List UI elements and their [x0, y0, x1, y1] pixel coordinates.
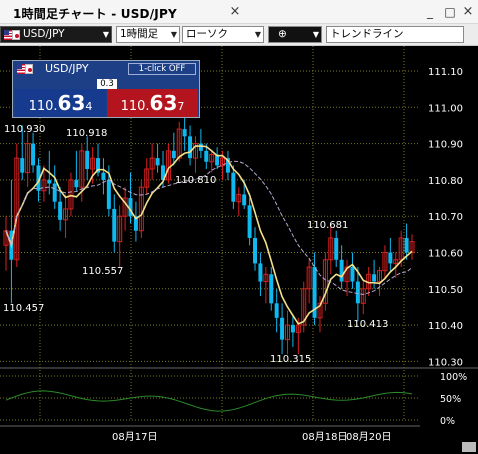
price-annotation-high1: 110.930 [4, 124, 45, 135]
window-titlebar: 1時間足チャート - USD/JPY × _ □ × [0, 0, 478, 24]
chevron-down-icon: ▼ [254, 30, 261, 39]
candle-body [198, 143, 203, 151]
price-axis-label: 110.90 [428, 140, 463, 151]
candle-body [274, 303, 279, 318]
candle-body [58, 201, 63, 220]
window-title: 1時間足チャート - USD/JPY [13, 7, 177, 21]
rate-widget-header: USD/JPY 1-click OFF [13, 61, 199, 78]
price-axis-label: 111.00 [428, 103, 463, 114]
minimize-icon[interactable]: _ [421, 3, 439, 21]
candle-body [339, 259, 344, 282]
candle-body [155, 158, 160, 166]
price-axis-label: 110.60 [428, 249, 463, 260]
candle-body [269, 274, 274, 304]
candle-body [258, 263, 263, 282]
price-axis-label: 110.70 [428, 212, 463, 223]
candle-body [106, 179, 111, 209]
price-axis-label: 110.30 [428, 357, 463, 368]
candle-body [171, 150, 176, 159]
ask-button[interactable]: 110.637 [107, 89, 198, 117]
maximize-icon[interactable]: □ [441, 3, 459, 21]
candle-body [31, 143, 36, 166]
close-tab-icon[interactable]: × [226, 3, 244, 21]
candle-body [290, 325, 295, 333]
candle-body [355, 281, 360, 304]
us-jp-flag-icon [17, 64, 33, 74]
ask-price-prefix: 110. [120, 99, 150, 114]
bid-price-prefix: 110. [28, 99, 58, 114]
candle-body [47, 179, 52, 184]
crosshair-tool-button[interactable]: ⊕ ▼ [268, 26, 322, 43]
crosshair-icon: ⊕ [278, 28, 287, 40]
time-axis-label: 08月18日 [302, 431, 347, 443]
chart-type-select[interactable]: ローソク ▼ [182, 26, 264, 43]
us-jp-flag-icon [4, 30, 20, 40]
candle-body [350, 267, 355, 282]
price-axis-label: 110.40 [428, 321, 463, 332]
ask-price-big: 63 [149, 91, 178, 115]
candle-body [188, 136, 193, 159]
price-annotation-low2: 110.315 [270, 354, 311, 365]
chart-toolbar: USD/JPY ▼ 1時間足 ▼ ローソク ▼ ⊕ ▼ トレンドライン [0, 24, 478, 46]
ask-price-pip: 7 [177, 100, 185, 113]
price-annotation-mid: 110.810 [175, 175, 216, 186]
price-annotation-low1: 110.557 [82, 266, 123, 277]
candle-body [404, 237, 409, 253]
oscillator-axis-label: 50% [440, 394, 461, 405]
symbol-select[interactable]: USD/JPY ▼ [0, 26, 112, 43]
chevron-down-icon: ▼ [312, 30, 319, 39]
time-axis-label: 08月17日 [112, 431, 157, 443]
scrollbar-thumb [462, 442, 476, 452]
bid-price-pip: 4 [85, 100, 93, 113]
candle-body [242, 194, 247, 206]
price-annotation-high3: 110.681 [307, 220, 348, 231]
price-annotation-low_left: 110.457 [3, 303, 44, 314]
candle-body [182, 129, 187, 137]
price-axis-label: 110.50 [428, 285, 463, 296]
candle-body [85, 150, 90, 170]
candle-body [74, 179, 79, 188]
candle-body [372, 274, 377, 282]
chart-type-select-label: ローソク [186, 28, 228, 40]
candle-body [388, 252, 393, 264]
candle-body [52, 183, 57, 202]
price-axis-label: 111.10 [428, 67, 463, 78]
candle-body [20, 158, 25, 173]
drawing-tool-label: トレンドライン [330, 28, 404, 40]
timeframe-select[interactable]: 1時間足 ▼ [116, 26, 180, 43]
candle-body [101, 172, 106, 180]
one-click-toggle[interactable]: 1-click OFF [128, 63, 196, 75]
candle-body [253, 237, 258, 264]
candle-body [247, 205, 252, 238]
chevron-down-icon: ▼ [102, 30, 109, 39]
bid-price-big: 63 [57, 91, 86, 115]
oscillator-axis-label: 0% [440, 416, 455, 427]
price-annotation-high2: 110.918 [66, 128, 107, 139]
candle-body [204, 150, 209, 162]
time-axis-label: 08月20日 [346, 431, 391, 443]
oscillator-line [5, 390, 413, 412]
rate-widget-symbol: USD/JPY [45, 62, 89, 75]
candle-body [280, 317, 285, 340]
bid-button[interactable]: 110.634 [15, 89, 106, 117]
timeframe-select-label: 1時間足 [120, 28, 159, 40]
candle-body [112, 208, 117, 242]
price-axis-label: 110.80 [428, 176, 463, 187]
rate-widget: USD/JPY 1-click OFF 0.3 110.634 110.637 [12, 60, 200, 118]
close-window-icon[interactable]: × [459, 3, 477, 21]
drawing-tool-select[interactable]: トレンドライン [326, 26, 464, 43]
candle-body [334, 237, 339, 260]
candle-body [231, 172, 236, 202]
symbol-select-label: USD/JPY [23, 28, 65, 40]
spread-value: 0.3 [97, 79, 117, 89]
oscillator-axis-label: 100% [440, 372, 467, 383]
price-annotation-low3: 110.413 [347, 319, 388, 330]
chevron-down-icon: ▼ [170, 30, 177, 39]
